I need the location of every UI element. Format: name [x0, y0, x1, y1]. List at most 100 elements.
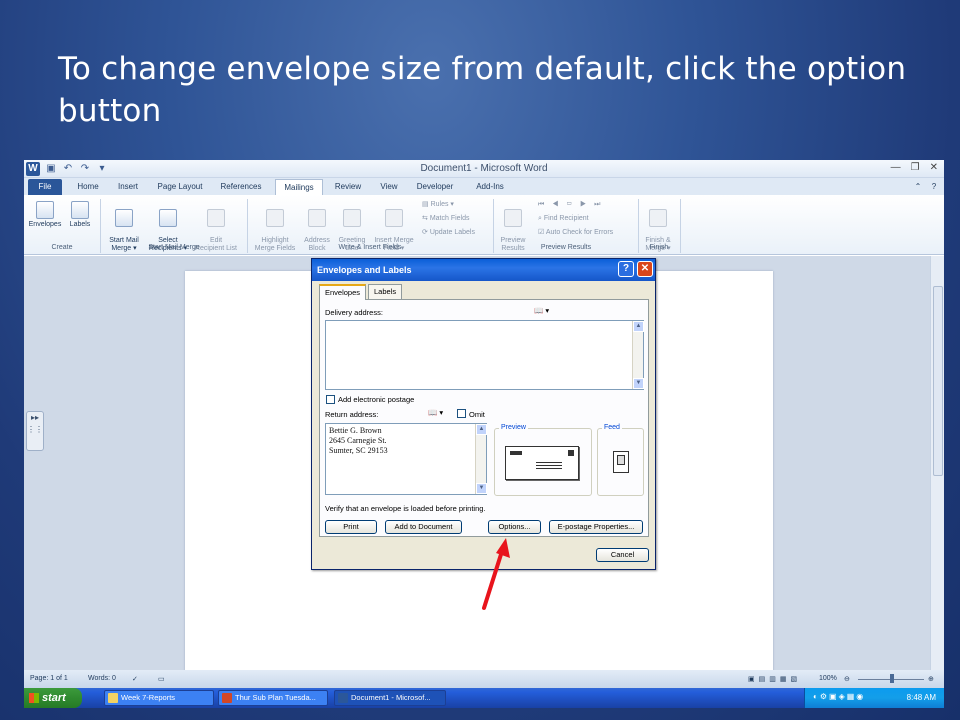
help-icon[interactable]: ? [928, 179, 940, 195]
scroll-down-icon[interactable]: ▼ [476, 483, 487, 494]
tab-add-ins[interactable]: Add-Ins [470, 179, 510, 195]
dialog-help-button[interactable]: ? [618, 261, 634, 277]
return-address-book-icon[interactable]: 📖 ▾ [428, 408, 443, 417]
labels-icon [71, 201, 89, 219]
epostage-properties-button[interactable]: E-postage Properties... [549, 520, 643, 534]
stamp-icon [568, 450, 574, 456]
view-buttons[interactable]: ▣▤▥▦▧ [748, 675, 801, 683]
macro-icon[interactable]: ▭ [158, 675, 165, 683]
edit-recipient-list-button[interactable]: Edit Recipient List [190, 201, 242, 261]
highlight-icon [266, 209, 284, 227]
start-mail-merge-button[interactable]: Start Mail Merge ▾ [104, 201, 144, 261]
envelopes-panel: Delivery address: 📖 ▾ ▲ ▼ Add electronic… [319, 299, 649, 537]
preview-label: Preview [499, 424, 528, 431]
verify-text: Verify that an envelope is loaded before… [325, 504, 486, 513]
scroll-up-icon[interactable]: ▲ [633, 321, 644, 332]
return-address-field[interactable]: Bettie G. Brown 2645 Carnegie St. Sumter… [325, 423, 487, 495]
rules-button[interactable]: ▤ Rules ▾ [422, 200, 454, 209]
options-button[interactable]: Options... [488, 520, 541, 534]
feed-icon[interactable] [613, 451, 629, 473]
delivery-address-lines [536, 462, 562, 463]
page-count[interactable]: Page: 1 of 1 [30, 675, 68, 682]
clock[interactable]: 8:48 AM [907, 693, 936, 702]
return-address-text: Bettie G. Brown 2645 Carnegie St. Sumter… [329, 426, 388, 455]
tab-page-layout[interactable]: Page Layout [152, 179, 208, 195]
restore-icon[interactable]: ❐ [911, 162, 920, 173]
taskbar-item-document1[interactable]: Document1 - Microsof... [334, 690, 446, 706]
greeting-line-icon [343, 209, 361, 227]
cancel-button[interactable]: Cancel [596, 548, 649, 562]
tab-envelopes[interactable]: Envelopes [319, 284, 367, 300]
taskbar-item-thur-sub-plan[interactable]: Thur Sub Plan Tuesda... [218, 690, 328, 706]
tab-insert[interactable]: Insert [110, 179, 146, 195]
zoom-out-icon[interactable]: ⊖ [844, 675, 850, 683]
group-separator [680, 199, 681, 253]
minimize-ribbon-icon[interactable]: ⌃ [912, 179, 924, 195]
scroll-up-icon[interactable]: ▲ [476, 424, 487, 435]
zoom-in-icon[interactable]: ⊕ [928, 675, 934, 683]
feed-group: Feed [597, 424, 644, 496]
address-block-button[interactable]: Address Block [300, 201, 334, 261]
ribbon-tabs: File Home Insert Page Layout References … [24, 178, 944, 195]
auto-check-errors-button[interactable]: ☑ Auto Check for Errors [538, 228, 613, 237]
tab-file[interactable]: File [28, 179, 62, 195]
omit-label: Omit [469, 410, 485, 419]
group-label-start-mail-merge: Start Mail Merge [148, 244, 200, 251]
delivery-scrollbar[interactable]: ▲ ▼ [632, 321, 644, 389]
word-count[interactable]: Words: 0 [88, 675, 116, 682]
delivery-address-book-icon[interactable]: 📖 ▾ [534, 306, 549, 315]
return-scrollbar[interactable]: ▲ ▼ [475, 424, 487, 494]
proofing-icon[interactable]: ✓ [132, 675, 138, 683]
tab-references[interactable]: References [216, 179, 266, 195]
labels-button[interactable]: Labels [66, 201, 94, 229]
match-fields-button[interactable]: ⇆ Match Fields [422, 214, 470, 223]
dialog-close-button[interactable]: ✕ [637, 261, 653, 277]
system-tray: ◐⚙▣◈▦◉ 8:48 AM [804, 688, 944, 708]
greeting-line-button[interactable]: Greeting Line [334, 201, 370, 261]
insert-merge-field-button[interactable]: Insert Merge Field ▾ [370, 201, 418, 261]
scrollbar-thumb[interactable] [933, 286, 943, 476]
minimize-icon[interactable]: — [891, 162, 901, 173]
highlight-merge-fields-button[interactable]: Highlight Merge Fields [250, 201, 300, 261]
envelopes-button[interactable]: Envelopes [28, 201, 62, 229]
tab-labels[interactable]: Labels [368, 284, 403, 299]
tab-view[interactable]: View [372, 179, 406, 195]
record-navigation[interactable]: ⏮ ◀ ▭ ▶ ⏭ [538, 200, 603, 209]
return-address-marker [510, 451, 522, 455]
left-pane-handle[interactable]: ▸▸ ⋮⋮ [26, 411, 44, 451]
add-postage-checkbox[interactable] [326, 395, 335, 404]
preview-results-button[interactable]: Preview Results [496, 201, 530, 261]
delivery-address-label: Delivery address: [325, 308, 383, 317]
start-button[interactable]: start [24, 688, 82, 708]
title-bar: W ▣ ↶ ↷ ▾ Document1 - Microsoft Word — ❐… [24, 160, 944, 178]
find-recipient-button[interactable]: ⌕ Find Recipient [538, 214, 589, 223]
group-separator [100, 199, 101, 253]
slide-title: To change envelope size from default, cl… [58, 51, 907, 129]
print-button[interactable]: Print [325, 520, 377, 534]
vertical-scrollbar[interactable] [930, 256, 944, 670]
dialog-title-bar[interactable]: Envelopes and Labels ? ✕ [312, 259, 655, 281]
preview-group: Preview [494, 424, 592, 496]
zoom-slider-handle[interactable] [890, 674, 894, 683]
tab-review[interactable]: Review [328, 179, 368, 195]
tray-icons[interactable]: ◐⚙▣◈▦◉ [813, 692, 865, 701]
omit-checkbox[interactable] [457, 409, 466, 418]
envelope-preview[interactable] [505, 446, 579, 480]
add-to-document-button[interactable]: Add to Document [385, 520, 462, 534]
update-labels-button[interactable]: ⟳ Update Labels [422, 228, 475, 237]
select-recipients-button[interactable]: Select Recipients ▾ [148, 201, 188, 261]
close-window-icon[interactable]: ✕ [930, 162, 938, 173]
group-label-preview: Preview Results [540, 244, 592, 251]
edit-list-icon [207, 209, 225, 227]
taskbar-item-week7-reports[interactable]: Week 7-Reports [104, 690, 214, 706]
finish-merge-button[interactable]: Finish & Merge ▾ [640, 201, 676, 261]
tab-home[interactable]: Home [70, 179, 106, 195]
windows-logo-icon [29, 693, 39, 703]
zoom-level[interactable]: 100% [819, 675, 837, 682]
group-label-write-insert: Write & Insert Fields [338, 244, 402, 251]
tab-developer[interactable]: Developer [412, 179, 458, 195]
tab-mailings[interactable]: Mailings [275, 179, 323, 195]
red-arrow-annotation [482, 538, 510, 610]
scroll-down-icon[interactable]: ▼ [633, 378, 644, 389]
delivery-address-field[interactable]: ▲ ▼ [325, 320, 644, 390]
